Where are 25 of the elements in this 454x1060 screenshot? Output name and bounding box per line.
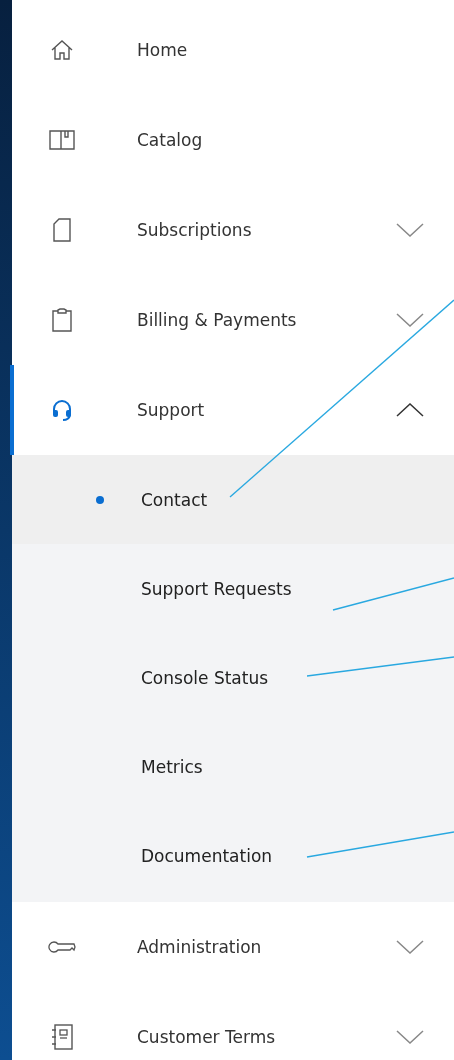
home-icon bbox=[49, 39, 74, 61]
nav-item[interactable]: Support bbox=[12, 365, 454, 455]
chevron-down-icon bbox=[396, 1030, 424, 1044]
clipboard-icon bbox=[51, 308, 72, 332]
nav-item[interactable]: Billing & Payments bbox=[12, 275, 454, 365]
nav-item[interactable]: Subscriptions bbox=[12, 185, 454, 275]
bullet-icon bbox=[96, 495, 104, 504]
nav-item[interactable]: Customer Terms bbox=[12, 992, 454, 1060]
document-icon bbox=[52, 218, 71, 242]
chevron-down-icon bbox=[396, 313, 424, 327]
submenu-item[interactable]: Documentation bbox=[12, 811, 454, 900]
notebook-icon bbox=[50, 1024, 73, 1050]
chevron-up-icon bbox=[396, 403, 424, 417]
key-icon bbox=[47, 940, 76, 954]
nav-item[interactable]: Administration bbox=[12, 902, 454, 992]
book-icon bbox=[48, 130, 75, 150]
headset-icon bbox=[50, 398, 73, 422]
nav-item[interactable]: Catalog bbox=[12, 95, 454, 185]
submenu-item[interactable]: Console Status bbox=[12, 633, 454, 722]
nav-item[interactable]: Home bbox=[12, 5, 454, 95]
submenu-item[interactable]: Metrics bbox=[12, 722, 454, 811]
submenu-item[interactable]: Contact bbox=[12, 455, 454, 544]
submenu-item[interactable]: Support Requests bbox=[12, 544, 454, 633]
chevron-down-icon bbox=[396, 940, 424, 954]
chevron-down-icon bbox=[396, 223, 424, 237]
